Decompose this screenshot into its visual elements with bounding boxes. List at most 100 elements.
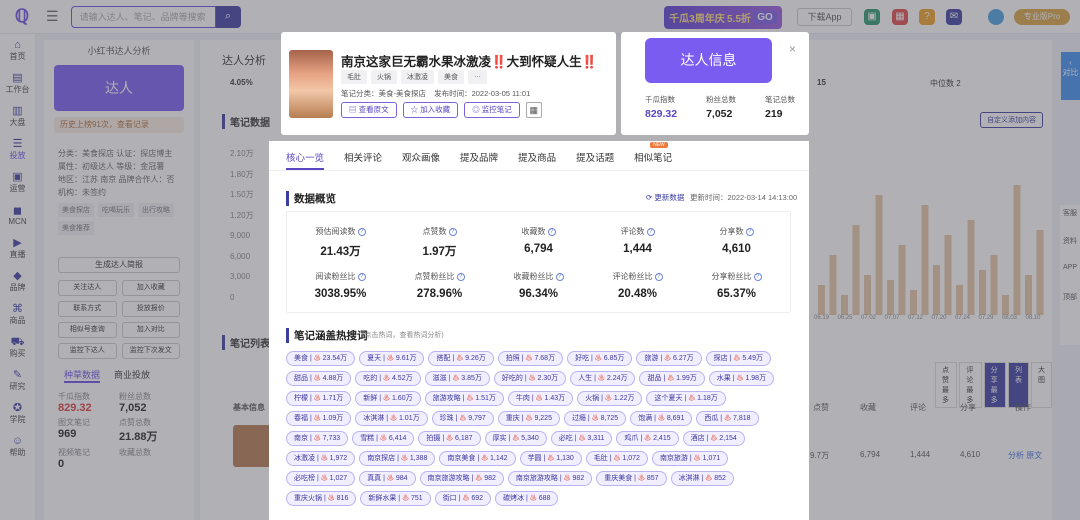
tab-brands[interactable]: 提及品牌 bbox=[460, 150, 498, 170]
hotword-chip[interactable]: 必吃 | ♨ 3,311 bbox=[550, 431, 613, 446]
daren-info-button[interactable]: 达人信息 bbox=[645, 38, 772, 83]
hotword-chip[interactable]: 重庆火锅 | ♨ 816 bbox=[286, 491, 357, 506]
hotword-chip[interactable]: 雪糕 | ♨ 6,414 bbox=[352, 431, 415, 446]
hotword-word: 新鲜 | bbox=[363, 395, 384, 402]
hotword-chip[interactable]: 吃的 | ♨ 4.52万 bbox=[355, 371, 421, 386]
hotword-text: 甜品 | ♨ 4.88万 bbox=[294, 375, 343, 382]
hotword-chip[interactable]: 重庆 | ♨ 9,225 bbox=[497, 411, 560, 426]
hotword-chip[interactable]: 美食 | ♨ 23.54万 bbox=[286, 351, 356, 366]
hotword-chip[interactable]: 牛肉 | ♨ 1.43万 bbox=[507, 391, 574, 406]
hotword-chip[interactable]: 冰淇淋 | ♨ 1.01万 bbox=[355, 411, 428, 426]
hotword-chip[interactable]: 南京旅游攻略 | ♨ 982 bbox=[419, 471, 504, 486]
hotword-chip[interactable]: 春福 | ♨ 1.09万 bbox=[286, 411, 352, 426]
hotword-count: 7,733 bbox=[320, 435, 341, 442]
tab-topics[interactable]: 提及话题 bbox=[576, 150, 614, 170]
hotword-chip[interactable]: 南京旅游 | ♨ 1,071 bbox=[651, 451, 729, 466]
hotword-chip[interactable]: 南京探店 | ♨ 1,388 bbox=[359, 451, 436, 466]
hotword-chip[interactable]: 冰淇淋 | ♨ 852 bbox=[670, 471, 734, 486]
hotword-text: 探店 | ♨ 5.49万 bbox=[714, 355, 763, 362]
hotword-chip[interactable]: 酒店 | ♨ 2,154 bbox=[682, 431, 745, 446]
hotword-chip[interactable]: 饱满 | ♨ 8,691 bbox=[630, 411, 693, 426]
overview-metric: 评论数? 1,444 bbox=[588, 212, 687, 259]
hotword-chip[interactable]: 碳烤冰 | ♨ 688 bbox=[495, 491, 559, 506]
hotword-text: 南京探店 | ♨ 1,388 bbox=[367, 455, 427, 462]
tab-audience[interactable]: 观众画像 bbox=[402, 150, 440, 170]
hotword-chip[interactable]: 南京旅游攻略 | ♨ 982 bbox=[507, 471, 593, 486]
hotword-count: 1.43万 bbox=[542, 395, 566, 402]
overview-metric: 预估阅读数? 21.43万 bbox=[291, 212, 390, 259]
hotword-chip[interactable]: 好吃 | ♨ 6.85万 bbox=[567, 351, 633, 366]
metric-label: 收藏数? bbox=[489, 226, 588, 237]
refresh-data-button[interactable]: ⟳ 更新数据 bbox=[646, 192, 684, 203]
hotword-count: 1,027 bbox=[327, 475, 348, 482]
hotword-chip[interactable]: 厚实 | ♨ 5,340 bbox=[484, 431, 547, 446]
tab-core-overview[interactable]: 核心一览 bbox=[286, 150, 325, 170]
close-icon[interactable]: × bbox=[789, 42, 796, 56]
hotword-chip[interactable]: 探店 | ♨ 5.49万 bbox=[705, 351, 771, 366]
info-icon[interactable]: ? bbox=[745, 227, 754, 236]
hotword-chip[interactable]: 必吃榜 | ♨ 1,027 bbox=[286, 471, 356, 486]
info-icon[interactable]: ? bbox=[654, 272, 663, 281]
hotword-chip[interactable]: 鸡爪 | ♨ 2,415 bbox=[616, 431, 679, 446]
hotword-chip[interactable]: 街口 | ♨ 692 bbox=[434, 491, 492, 506]
qrcode-icon[interactable]: ▦ bbox=[525, 102, 542, 118]
flame-icon: ♨ bbox=[637, 475, 645, 482]
tab-similar-notes[interactable]: 相似笔记 NEW bbox=[634, 142, 672, 170]
hotword-chip[interactable]: 人生 | ♨ 2.24万 bbox=[570, 371, 636, 386]
hotword-chip[interactable]: 夏天 | ♨ 9.61万 bbox=[359, 351, 425, 366]
hotword-chip[interactable]: 好吃的 | ♨ 2.30万 bbox=[493, 371, 567, 386]
hotword-chip[interactable]: 拍摄 | ♨ 6,187 bbox=[418, 431, 481, 446]
hotword-chip[interactable]: 新鲜 | ♨ 1.60万 bbox=[355, 391, 421, 406]
hotword-chip[interactable]: 搭配 | ♨ 9.26万 bbox=[428, 351, 494, 366]
info-icon[interactable]: ? bbox=[448, 227, 457, 236]
info-icon[interactable]: ? bbox=[456, 272, 465, 281]
info-icon[interactable]: ? bbox=[357, 227, 366, 236]
hotword-word: 牛肉 | bbox=[515, 395, 536, 402]
view-original-button[interactable]: ▤ 查看原文 bbox=[341, 102, 397, 118]
hotword-chip[interactable]: 柠檬 | ♨ 1.71万 bbox=[286, 391, 352, 406]
hotword-chip[interactable]: 甜品 | ♨ 4.88万 bbox=[286, 371, 352, 386]
info-icon[interactable]: ? bbox=[646, 227, 655, 236]
hotword-chip[interactable]: 西瓜 | ♨ 7,818 bbox=[696, 411, 759, 426]
more-tags[interactable]: … bbox=[468, 70, 487, 84]
info-icon[interactable]: ? bbox=[547, 227, 556, 236]
hotword-chip[interactable]: 旅游攻略 | ♨ 1.51万 bbox=[424, 391, 504, 406]
hotword-chip[interactable]: 新鲜水果 | ♨ 751 bbox=[360, 491, 431, 506]
hotword-chip[interactable]: 拍照 | ♨ 7.68万 bbox=[497, 351, 564, 366]
hotword-text: 人生 | ♨ 2.24万 bbox=[578, 375, 627, 382]
monitor-note-button[interactable]: ◎ 监控笔记 bbox=[464, 102, 520, 118]
flame-icon: ♨ bbox=[693, 455, 701, 462]
hotword-chip[interactable]: 珍珠 | ♨ 9,797 bbox=[431, 411, 494, 426]
hotword-chip[interactable]: 南京美食 | ♨ 1,142 bbox=[439, 451, 516, 466]
hotword-chip[interactable]: 火锅 | ♨ 1.22万 bbox=[577, 391, 643, 406]
hotword-chip[interactable]: 滋滋 | ♨ 3.85万 bbox=[424, 371, 490, 386]
doc-icon: ▤ bbox=[349, 105, 359, 114]
tab-comments[interactable]: 相关评论 bbox=[344, 150, 382, 170]
hotword-chip[interactable]: 水果 | ♨ 1.98万 bbox=[708, 371, 775, 386]
hotword-text: 旅游 | ♨ 6.27万 bbox=[644, 355, 693, 362]
hotword-chip[interactable]: 毛肚 | ♨ 1,072 bbox=[585, 451, 648, 466]
hotword-chip[interactable]: 重庆美食 | ♨ 857 bbox=[596, 471, 667, 486]
note-thumbnail[interactable] bbox=[289, 50, 333, 118]
note-tag: 毛肚 bbox=[341, 70, 367, 84]
overview-title: 数据概览 bbox=[286, 191, 336, 206]
hotword-chip[interactable]: 过瘾 | ♨ 8,725 bbox=[563, 411, 627, 426]
add-collect-button[interactable]: ☆ 加入收藏 bbox=[402, 102, 459, 118]
hotword-chip[interactable]: 芋圆 | ♨ 1,130 bbox=[519, 451, 582, 466]
hotword-chip[interactable]: 这个夏天 | ♨ 1.18万 bbox=[646, 391, 726, 406]
hotword-word: 探店 | bbox=[713, 355, 734, 362]
hotword-chip[interactable]: 冰激凌 | ♨ 1,972 bbox=[286, 451, 356, 466]
hotword-chip[interactable]: 旅游 | ♨ 6.27万 bbox=[636, 351, 702, 366]
hotword-chip[interactable]: 甜品 | ♨ 1.99万 bbox=[639, 371, 705, 386]
flame-icon: ♨ bbox=[591, 415, 599, 422]
info-icon[interactable]: ? bbox=[753, 272, 762, 281]
hotword-chip[interactable]: 南京 | ♨ 7,733 bbox=[286, 431, 349, 446]
tab-products[interactable]: 提及商品 bbox=[518, 150, 556, 170]
stat-label: 千瓜指数 bbox=[645, 95, 675, 104]
stat-notes: 笔记总数 219 bbox=[765, 94, 795, 120]
hotword-chip[interactable]: 真真 | ♨ 984 bbox=[359, 471, 416, 486]
info-icon[interactable]: ? bbox=[555, 272, 564, 281]
add-collect-label: 加入收藏 bbox=[420, 105, 451, 114]
info-icon[interactable]: ? bbox=[357, 272, 366, 281]
hotword-count: 6,414 bbox=[386, 435, 407, 442]
